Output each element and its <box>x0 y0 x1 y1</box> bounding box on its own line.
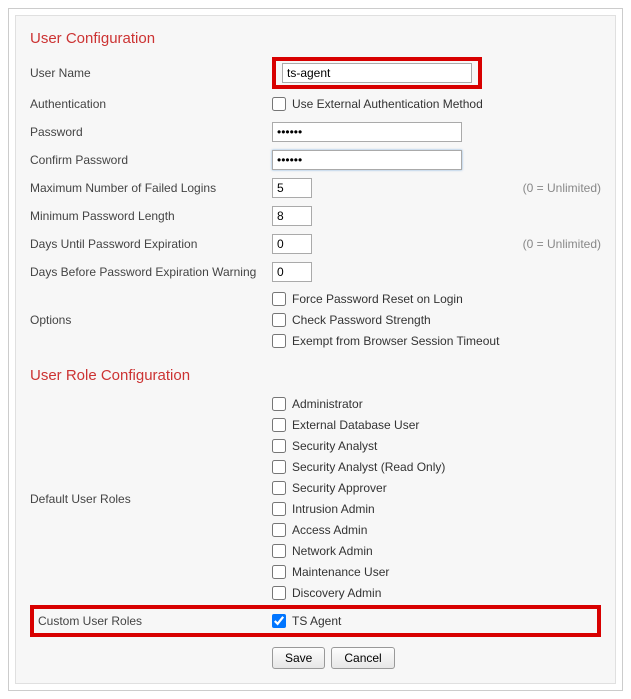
row-confirm-password: Confirm Password <box>30 147 601 173</box>
role-maintenance-user-checkbox[interactable] <box>272 565 286 579</box>
max-failed-hint: (0 = Unlimited) <box>491 181 601 195</box>
role-security-approver-label: Security Approver <box>292 481 387 495</box>
password-label: Password <box>30 125 272 139</box>
role-intrusion-admin-label: Intrusion Admin <box>292 502 375 516</box>
user-name-label: User Name <box>30 66 272 80</box>
confirm-password-input[interactable] <box>272 150 462 170</box>
role-security-analyst-label: Security Analyst <box>292 439 377 453</box>
days-warning-label: Days Before Password Expiration Warning <box>30 265 272 279</box>
default-roles-stack: Administrator External Database User Sec… <box>272 394 445 603</box>
options-stack: Force Password Reset on Login Check Pass… <box>272 289 499 351</box>
default-roles-label: Default User Roles <box>30 492 272 506</box>
highlight-custom-roles: Custom User Roles TS Agent <box>30 605 601 637</box>
row-max-failed: Maximum Number of Failed Logins (0 = Unl… <box>30 175 601 201</box>
role-security-approver-checkbox[interactable] <box>272 481 286 495</box>
role-maintenance-user-label: Maintenance User <box>292 565 389 579</box>
row-days-expire: Days Until Password Expiration (0 = Unli… <box>30 231 601 257</box>
row-user-name: User Name <box>30 57 601 89</box>
days-warning-input[interactable] <box>272 262 312 282</box>
row-password: Password <box>30 119 601 145</box>
dialog-frame: User Configuration User Name Authenticat… <box>8 8 623 691</box>
role-ts-agent-label: TS Agent <box>292 614 341 628</box>
role-administrator-checkbox[interactable] <box>272 397 286 411</box>
role-security-analyst-ro-label: Security Analyst (Read Only) <box>292 460 445 474</box>
row-options: Options Force Password Reset on Login Ch… <box>30 289 601 351</box>
role-external-db-checkbox[interactable] <box>272 418 286 432</box>
user-name-input[interactable] <box>282 63 472 83</box>
button-bar: Save Cancel <box>272 647 601 669</box>
role-config-title: User Role Configuration <box>30 367 601 384</box>
max-failed-input[interactable] <box>272 178 312 198</box>
role-security-analyst-ro-checkbox[interactable] <box>272 460 286 474</box>
custom-roles-label: Custom User Roles <box>38 614 272 628</box>
cancel-button[interactable]: Cancel <box>331 647 394 669</box>
user-config-title: User Configuration <box>30 30 601 47</box>
options-label: Options <box>30 313 272 327</box>
role-administrator-label: Administrator <box>292 397 363 411</box>
role-discovery-admin-checkbox[interactable] <box>272 586 286 600</box>
days-expire-label: Days Until Password Expiration <box>30 237 272 251</box>
row-default-roles: Default User Roles Administrator Externa… <box>30 394 601 603</box>
opt-force-reset-checkbox[interactable] <box>272 292 286 306</box>
config-panel: User Configuration User Name Authenticat… <box>15 15 616 684</box>
row-days-warning: Days Before Password Expiration Warning <box>30 259 601 285</box>
days-expire-input[interactable] <box>272 234 312 254</box>
role-ts-agent-checkbox[interactable] <box>272 614 286 628</box>
min-length-input[interactable] <box>272 206 312 226</box>
role-network-admin-label: Network Admin <box>292 544 373 558</box>
opt-check-strength-checkbox[interactable] <box>272 313 286 327</box>
opt-exempt-timeout-label: Exempt from Browser Session Timeout <box>292 334 499 348</box>
max-failed-label: Maximum Number of Failed Logins <box>30 181 272 195</box>
opt-force-reset-label: Force Password Reset on Login <box>292 292 463 306</box>
role-access-admin-label: Access Admin <box>292 523 367 537</box>
role-external-db-label: External Database User <box>292 418 419 432</box>
min-length-label: Minimum Password Length <box>30 209 272 223</box>
role-access-admin-checkbox[interactable] <box>272 523 286 537</box>
password-input[interactable] <box>272 122 462 142</box>
role-network-admin-checkbox[interactable] <box>272 544 286 558</box>
opt-exempt-timeout-checkbox[interactable] <box>272 334 286 348</box>
days-expire-hint: (0 = Unlimited) <box>491 237 601 251</box>
role-intrusion-admin-checkbox[interactable] <box>272 502 286 516</box>
row-min-length: Minimum Password Length <box>30 203 601 229</box>
row-authentication: Authentication Use External Authenticati… <box>30 91 601 117</box>
save-button[interactable]: Save <box>272 647 325 669</box>
confirm-password-label: Confirm Password <box>30 153 272 167</box>
role-discovery-admin-label: Discovery Admin <box>292 586 381 600</box>
role-security-analyst-checkbox[interactable] <box>272 439 286 453</box>
authentication-label: Authentication <box>30 97 272 111</box>
opt-check-strength-label: Check Password Strength <box>292 313 431 327</box>
highlight-user-name <box>272 57 482 89</box>
external-auth-checkbox[interactable] <box>272 97 286 111</box>
external-auth-text: Use External Authentication Method <box>292 97 483 111</box>
